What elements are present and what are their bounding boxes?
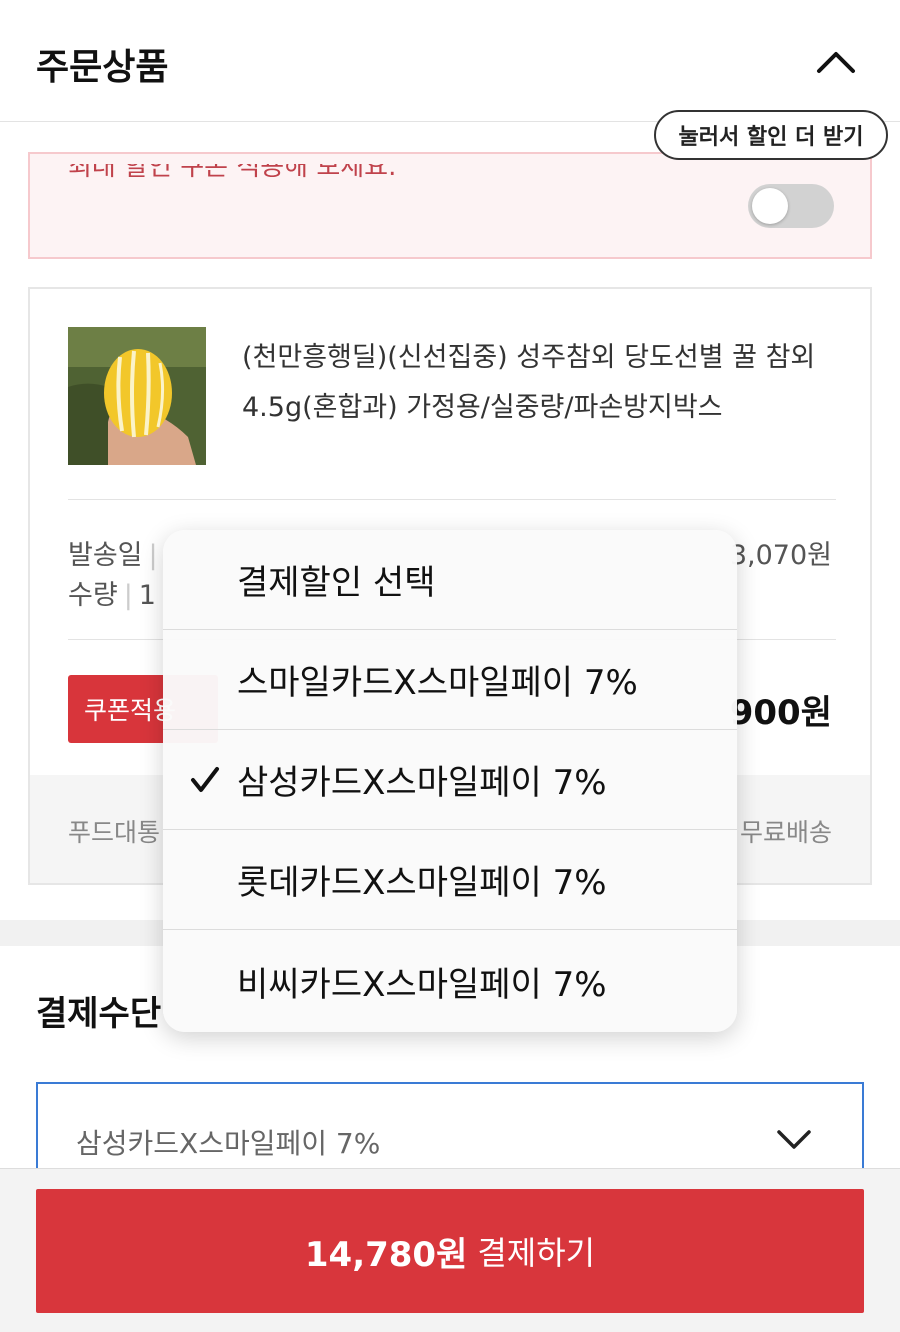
dropdown-option[interactable]: 비씨카드X스마일페이 7% — [163, 930, 737, 1032]
seller-name: 푸드대통 — [68, 818, 161, 847]
pay-button[interactable]: 14,780원 결제하기 — [36, 1189, 864, 1313]
payment-method-value: 삼성카드X스마일페이 7% — [76, 1127, 381, 1160]
option-label: 스마일카드X스마일페이 7% — [237, 663, 638, 703]
ship-date-row: 발송일 | — [68, 533, 164, 572]
original-price: 3,070원 — [729, 540, 832, 571]
dropdown-option[interactable]: 결제할인 선택 — [163, 530, 737, 630]
separator: | — [148, 540, 158, 571]
discount-tooltip: 눌러서 할인 더 받기 — [654, 110, 888, 160]
option-label: 비씨카드X스마일페이 7% — [237, 964, 607, 1005]
payment-method-title: 결제수단 — [36, 994, 162, 1034]
order-products-header: 주문상품 — [0, 0, 900, 122]
dropdown-option-selected[interactable]: 삼성카드X스마일페이 7% — [163, 730, 737, 830]
pay-amount: 14,780원 — [304, 1234, 468, 1275]
shipping-fee: 무료배송 — [739, 818, 832, 847]
checkmark-icon — [189, 764, 221, 796]
product-name[interactable]: (천만흥행딜)(신선집중) 성주참외 당도선별 꿀 참외 4.5g(혼합과) 가… — [242, 333, 842, 433]
divider — [68, 499, 836, 500]
pay-label: 결제하기 — [477, 1234, 596, 1272]
quantity-value: 1 — [138, 580, 156, 611]
option-label: 삼성카드X스마일페이 7% — [237, 763, 607, 803]
total-price: 900원 — [729, 693, 832, 733]
toggle-knob — [752, 188, 788, 224]
coupon-banner-text: 최대 할인 쿠폰 적용해 보세요. — [68, 164, 397, 182]
ship-date-label: 발송일 — [68, 540, 143, 571]
option-label: 결제할인 선택 — [237, 563, 436, 603]
separator: | — [123, 580, 133, 611]
dropdown-option[interactable]: 롯데카드X스마일페이 7% — [163, 830, 737, 930]
quantity-label: 수량 — [68, 580, 118, 611]
discount-toggle[interactable] — [748, 184, 834, 228]
coupon-banner: 최대 할인 쿠폰 적용해 보세요. — [28, 152, 872, 259]
chevron-up-icon[interactable] — [812, 42, 860, 82]
quantity-row: 수량 | 1 — [68, 573, 156, 612]
section-title: 주문상품 — [36, 47, 169, 88]
payment-discount-dropdown: 결제할인 선택 스마일카드X스마일페이 7% 삼성카드X스마일페이 7% 롯데카… — [163, 530, 737, 1032]
product-thumbnail[interactable] — [68, 327, 206, 465]
chevron-down-icon — [774, 1124, 814, 1154]
dropdown-option[interactable]: 스마일카드X스마일페이 7% — [163, 630, 737, 730]
bottom-bar: 14,780원 결제하기 — [0, 1168, 900, 1332]
option-label: 롯데카드X스마일페이 7% — [237, 863, 607, 903]
